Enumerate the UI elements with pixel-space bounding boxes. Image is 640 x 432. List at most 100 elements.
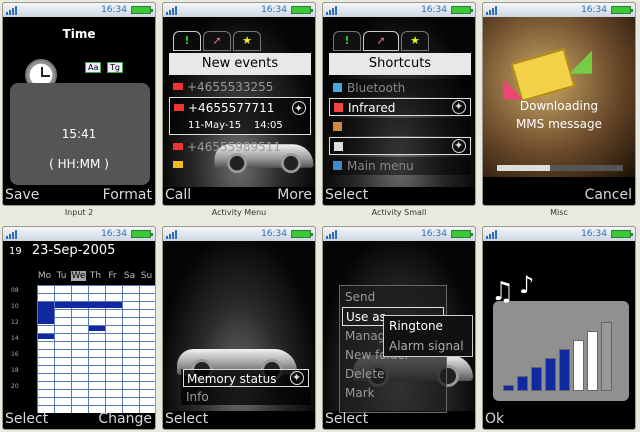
battery-icon xyxy=(611,230,633,238)
arrow-icon: ➚ xyxy=(376,34,386,47)
status-bar: 16:34 xyxy=(323,227,475,241)
download-line1: Downloading xyxy=(519,99,599,113)
menu-item-info[interactable]: Info xyxy=(183,388,209,406)
caption-activity-small: Activity Small xyxy=(371,208,427,217)
volume-step xyxy=(601,322,612,391)
music-note-icon: ♪ xyxy=(519,271,535,299)
submenu-item-alarm-signal[interactable]: Alarm signal xyxy=(386,337,464,356)
status-bar: 16:34 xyxy=(483,227,635,241)
infrared-icon xyxy=(334,103,343,112)
list-item[interactable]: +46555989511 xyxy=(169,137,311,157)
progress-bar xyxy=(497,165,623,171)
list-item[interactable] xyxy=(169,155,311,175)
brand-logo-icon xyxy=(452,137,466,155)
signal-icon xyxy=(486,6,497,15)
calendar-header: 19 23-Sep-2005 xyxy=(9,243,115,258)
volume-step xyxy=(573,340,584,391)
signal-icon xyxy=(166,230,177,239)
menu-item-memory-status[interactable]: Memory status xyxy=(183,369,309,387)
signal-icon xyxy=(6,230,17,239)
exclamation-icon: ! xyxy=(344,34,350,47)
status-time: 16:34 xyxy=(421,229,447,239)
status-time: 16:34 xyxy=(101,229,127,239)
list-item-selected[interactable]: +4655577711 11-May-15 14:05 xyxy=(169,97,311,135)
status-bar: 16:34 xyxy=(483,3,635,17)
save-softkey[interactable]: Save xyxy=(5,185,39,205)
cancel-softkey[interactable]: Cancel xyxy=(585,185,632,205)
shortcut-settings[interactable] xyxy=(329,137,471,155)
submenu-item-ringtone[interactable]: Ringtone xyxy=(386,317,443,336)
more-softkey[interactable]: More xyxy=(277,185,312,205)
shortcut-bluetooth[interactable]: Bluetooth xyxy=(329,79,471,97)
tab-shortcuts[interactable]: ➚ xyxy=(203,31,231,51)
appointment-block[interactable] xyxy=(89,326,105,331)
grid-icon xyxy=(333,161,342,170)
select-softkey[interactable]: Select xyxy=(325,185,368,205)
shortcut-camera[interactable] xyxy=(329,118,471,136)
status-bar: 16:34 xyxy=(323,3,475,17)
status-bar: 16:34 xyxy=(3,227,155,241)
tab-shortcuts[interactable]: ➚ xyxy=(363,31,399,51)
bluetooth-icon xyxy=(333,83,342,92)
missed-call-icon xyxy=(174,104,184,111)
signal-icon xyxy=(326,6,337,15)
star-icon: ★ xyxy=(410,34,420,47)
caption-activity-menu: Activity Menu xyxy=(211,208,267,217)
appointment-block[interactable] xyxy=(38,334,54,339)
ok-softkey[interactable]: Ok xyxy=(485,409,504,429)
brand-logo-icon xyxy=(452,98,466,116)
battery-icon xyxy=(611,6,633,14)
battery-icon xyxy=(291,230,313,238)
change-softkey[interactable]: Change xyxy=(98,409,152,429)
input-mode-t9[interactable]: Tg xyxy=(107,62,123,73)
select-softkey[interactable]: Select xyxy=(165,409,208,429)
missed-call-icon xyxy=(173,143,183,150)
arrow-icon: ◢ xyxy=(569,43,593,78)
page-title: Shortcuts xyxy=(329,53,471,75)
battery-icon xyxy=(131,6,153,14)
status-time: 16:34 xyxy=(581,229,607,239)
status-bar: 16:34 xyxy=(3,3,155,17)
options-popup: Memory status Info xyxy=(181,369,311,405)
signal-icon xyxy=(166,6,177,15)
time-input[interactable]: 15:41 xyxy=(3,127,155,141)
menu-item-delete[interactable]: Delete xyxy=(342,365,444,384)
calendar-date: 23-Sep-2005 xyxy=(31,243,116,258)
battery-icon xyxy=(451,230,473,238)
menu-item-mark[interactable]: Mark xyxy=(342,384,444,403)
tab-events[interactable]: ! xyxy=(173,31,201,51)
menu-item-send[interactable]: Send xyxy=(342,288,444,307)
tab-events[interactable]: ! xyxy=(333,31,361,51)
signal-icon xyxy=(486,230,497,239)
volume-step xyxy=(517,376,528,391)
select-softkey[interactable]: Select xyxy=(325,409,368,429)
music-note-icon: ♫ xyxy=(491,277,515,307)
input-mode-abc[interactable]: Aa xyxy=(85,62,102,73)
select-softkey[interactable]: Select xyxy=(5,409,48,429)
shortcut-main-menu[interactable]: Main menu xyxy=(329,157,471,175)
format-softkey[interactable]: Format xyxy=(103,185,152,205)
volume-step xyxy=(531,367,542,391)
tab-favorites[interactable]: ★ xyxy=(233,31,261,51)
settings-icon xyxy=(334,142,343,151)
volume-step xyxy=(559,349,570,391)
camera-icon xyxy=(333,122,342,131)
calendar-grid[interactable] xyxy=(37,285,155,413)
screen-use-as: 16:34 Send Use as Manage New folder Dele… xyxy=(322,226,476,430)
page-title: New events xyxy=(169,53,311,75)
caption-input: Input 2 xyxy=(64,208,94,217)
screen-shortcuts: 16:34 ! ➚ ★ Shortcuts Bluetooth Infrared… xyxy=(322,2,476,206)
call-softkey[interactable]: Call xyxy=(165,185,191,205)
tab-favorites[interactable]: ★ xyxy=(401,31,429,51)
submenu: Ringtone Alarm signal xyxy=(383,315,473,357)
weekday-header: Mo Tu We Th Fr Sa Su xyxy=(37,271,153,281)
event-time: 11-May-15 14:05 xyxy=(188,120,283,131)
appointment-block[interactable] xyxy=(38,302,54,324)
page-title: Time xyxy=(62,27,96,41)
shortcut-infrared[interactable]: Infrared xyxy=(329,98,471,116)
appointment-block[interactable] xyxy=(55,302,122,308)
signal-icon xyxy=(326,230,337,239)
signal-icon xyxy=(6,6,17,15)
list-item[interactable]: +4655533255 xyxy=(169,77,311,97)
screen-download: 16:34 ◢ ◣ Downloading MMS message Cancel xyxy=(482,2,636,206)
